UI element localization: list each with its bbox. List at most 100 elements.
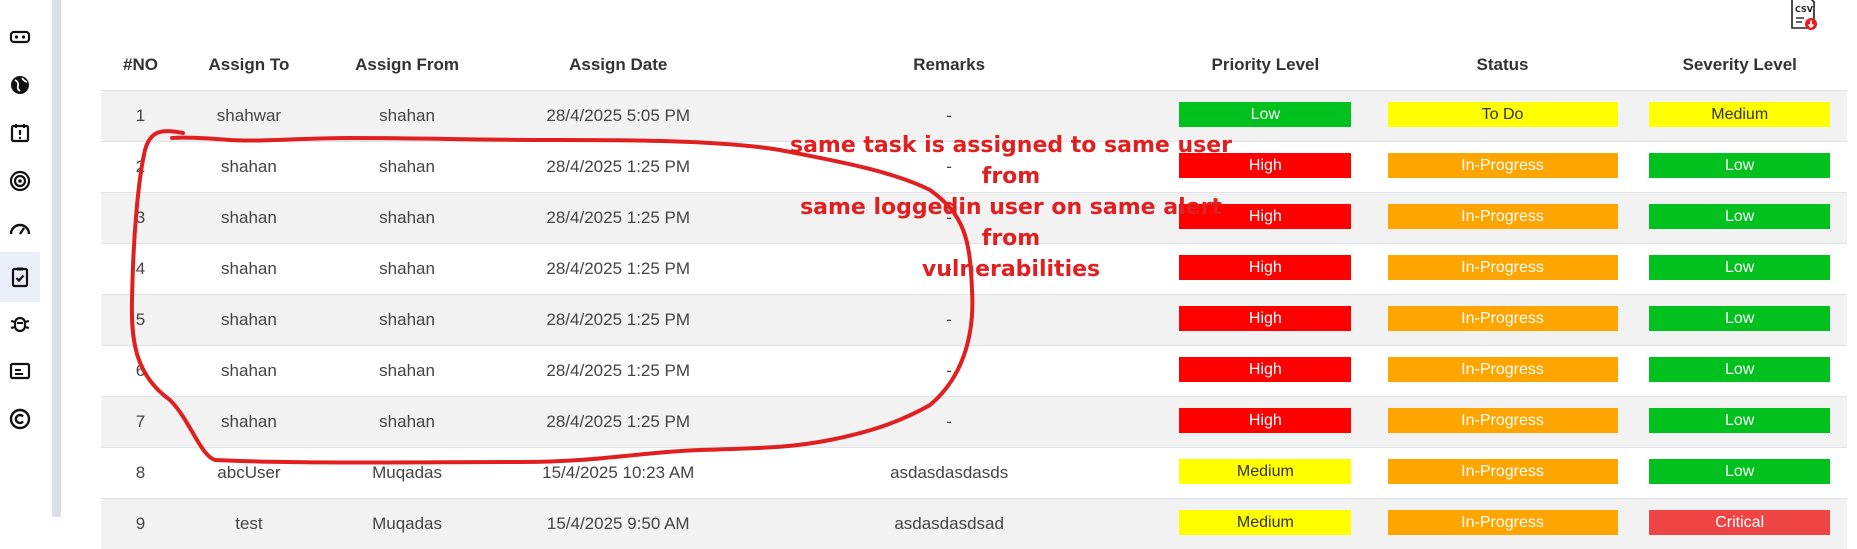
sidebar-item-bugs[interactable] — [0, 298, 40, 348]
assign-date-cell: 28/4/2025 1:25 PM — [496, 142, 740, 193]
severity-cell: Medium — [1632, 91, 1847, 142]
severity-badge: Low — [1649, 459, 1830, 484]
sidebar-item-tasks[interactable] — [0, 252, 40, 302]
sidebar-item-globe[interactable] — [0, 60, 40, 110]
assign-from-cell: shahan — [318, 244, 496, 295]
assign-date-cell: 28/4/2025 1:25 PM — [496, 295, 740, 346]
row-number: 1 — [101, 91, 180, 142]
severity-badge: Low — [1649, 306, 1830, 331]
priority-badge: Medium — [1179, 459, 1351, 484]
remarks-cell: - — [740, 397, 1158, 448]
status-cell: In-Progress — [1373, 397, 1633, 448]
header-assign-to[interactable]: Assign To — [180, 40, 318, 91]
status-cell: In-Progress — [1373, 142, 1633, 193]
status-badge: In-Progress — [1388, 255, 1618, 280]
status-cell: To Do — [1373, 91, 1633, 142]
status-cell: In-Progress — [1373, 346, 1633, 397]
severity-cell: Critical — [1632, 499, 1847, 549]
assign-to-cell: shahan — [180, 295, 318, 346]
assign-from-cell: shahan — [318, 193, 496, 244]
table-row[interactable]: 7shahanshahan28/4/2025 1:25 PM-HighIn-Pr… — [101, 397, 1847, 448]
header-priority-level[interactable]: Priority Level — [1158, 40, 1373, 91]
tasks-table: #NO Assign To Assign From Assign Date Re… — [101, 40, 1847, 549]
assign-to-cell: shahwar — [180, 91, 318, 142]
priority-cell: High — [1158, 346, 1373, 397]
priority-cell: Medium — [1158, 448, 1373, 499]
priority-badge: High — [1179, 408, 1351, 433]
globe-icon — [8, 73, 32, 97]
status-badge: In-Progress — [1388, 153, 1618, 178]
severity-badge: Low — [1649, 153, 1830, 178]
assign-from-cell: shahan — [318, 142, 496, 193]
priority-badge: High — [1179, 306, 1351, 331]
assign-date-cell: 15/4/2025 10:23 AM — [496, 448, 740, 499]
priority-cell: High — [1158, 397, 1373, 448]
status-badge: In-Progress — [1388, 408, 1618, 433]
status-cell: In-Progress — [1373, 448, 1633, 499]
header-remarks[interactable]: Remarks — [740, 40, 1158, 91]
task-clipboard-icon — [8, 265, 32, 289]
sidebar-item-copyright[interactable] — [0, 394, 40, 444]
annotation-line: same task is assigned to same user from — [781, 130, 1241, 192]
assign-date-cell: 28/4/2025 1:25 PM — [496, 346, 740, 397]
assign-from-cell: Muqadas — [318, 499, 496, 549]
sidebar-divider — [52, 0, 61, 517]
table-header-row: #NO Assign To Assign From Assign Date Re… — [101, 40, 1847, 91]
sidebar-item-cards[interactable] — [0, 346, 40, 396]
header-severity-level[interactable]: Severity Level — [1632, 40, 1847, 91]
sidebar-item-vr[interactable] — [0, 12, 40, 62]
severity-badge: Medium — [1649, 102, 1830, 127]
severity-cell: Low — [1632, 295, 1847, 346]
priority-badge: High — [1179, 357, 1351, 382]
main-content: CSV #NO Assign To Assign From Assign Dat… — [61, 0, 1857, 517]
severity-cell: Low — [1632, 397, 1847, 448]
assign-from-cell: shahan — [318, 397, 496, 448]
sidebar-item-alerts[interactable] — [0, 108, 40, 158]
severity-badge: Low — [1649, 204, 1830, 229]
status-badge: In-Progress — [1388, 357, 1618, 382]
row-number: 6 — [101, 346, 180, 397]
status-cell: In-Progress — [1373, 499, 1633, 549]
row-number: 3 — [101, 193, 180, 244]
remarks-cell: asdasdasdasds — [740, 448, 1158, 499]
row-number: 9 — [101, 499, 180, 549]
table-row[interactable]: 6shahanshahan28/4/2025 1:25 PM-HighIn-Pr… — [101, 346, 1847, 397]
status-badge: To Do — [1388, 102, 1618, 127]
remarks-cell: - — [740, 346, 1158, 397]
row-number: 2 — [101, 142, 180, 193]
severity-cell: Low — [1632, 142, 1847, 193]
gauge-icon — [8, 217, 32, 241]
priority-badge: Low — [1179, 102, 1351, 127]
annotation-note: same task is assigned to same user from … — [781, 130, 1241, 285]
table-row[interactable]: 9testMuqadas15/4/2025 9:50 AMasdasdasdsa… — [101, 499, 1847, 549]
remarks-cell: asdasdasdsad — [740, 499, 1158, 549]
assign-to-cell: shahan — [180, 193, 318, 244]
header-status[interactable]: Status — [1373, 40, 1633, 91]
assign-to-cell: shahan — [180, 244, 318, 295]
csv-export-button[interactable]: CSV — [1786, 0, 1820, 34]
assign-date-cell: 28/4/2025 1:25 PM — [496, 397, 740, 448]
assign-date-cell: 28/4/2025 5:05 PM — [496, 91, 740, 142]
header-assign-from[interactable]: Assign From — [318, 40, 496, 91]
status-badge: In-Progress — [1388, 459, 1618, 484]
annotation-line: same loggedin user on same alert from — [781, 192, 1241, 254]
row-number: 8 — [101, 448, 180, 499]
assign-date-cell: 28/4/2025 1:25 PM — [496, 244, 740, 295]
assign-date-cell: 28/4/2025 1:25 PM — [496, 193, 740, 244]
assign-date-cell: 15/4/2025 9:50 AM — [496, 499, 740, 549]
assign-from-cell: shahan — [318, 295, 496, 346]
assign-from-cell: shahan — [318, 91, 496, 142]
severity-badge: Low — [1649, 255, 1830, 280]
assign-to-cell: shahan — [180, 346, 318, 397]
copyright-circle-icon — [8, 407, 32, 431]
sidebar-item-target[interactable] — [0, 156, 40, 206]
alert-calendar-icon — [8, 121, 32, 145]
id-card-icon — [8, 359, 32, 383]
sidebar-item-dashboard[interactable] — [0, 204, 40, 254]
table-row[interactable]: 5shahanshahan28/4/2025 1:25 PM-HighIn-Pr… — [101, 295, 1847, 346]
header-no[interactable]: #NO — [101, 40, 180, 91]
assign-to-cell: test — [180, 499, 318, 549]
header-assign-date[interactable]: Assign Date — [496, 40, 740, 91]
table-row[interactable]: 8abcUserMuqadas15/4/2025 10:23 AMasdasda… — [101, 448, 1847, 499]
severity-cell: Low — [1632, 244, 1847, 295]
